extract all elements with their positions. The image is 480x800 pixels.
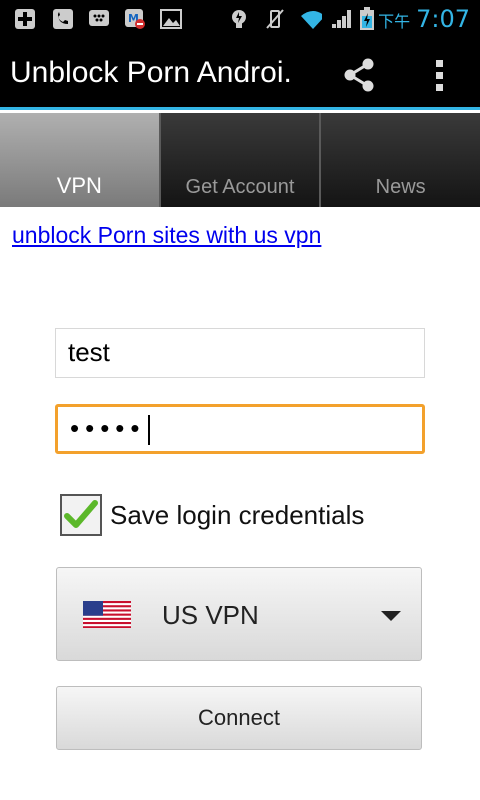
tab-label: News: [375, 176, 426, 198]
vibrate-off-icon: [264, 8, 286, 30]
wifi-icon: [300, 8, 322, 30]
server-spinner[interactable]: US VPN: [56, 567, 422, 661]
tab-vpn[interactable]: VPN: [0, 113, 161, 207]
share-icon: [344, 58, 374, 92]
tab-news[interactable]: News: [321, 113, 480, 207]
checkmark-icon: [64, 500, 98, 528]
text-cursor: [147, 415, 150, 446]
tab-get-account[interactable]: Get Account: [160, 113, 322, 207]
status-bar: M 下午 7:07: [0, 0, 480, 38]
server-label: US VPN: [162, 600, 259, 630]
signal-icon: [330, 8, 352, 30]
password-value: •••••: [70, 413, 146, 443]
save-credentials-label: Save login credentials: [110, 499, 365, 530]
share-button[interactable]: [336, 52, 382, 98]
save-credentials-checkbox[interactable]: [60, 494, 102, 536]
overflow-menu-icon: [436, 60, 443, 91]
plus-icon: [14, 8, 36, 30]
save-credentials-row[interactable]: Save login credentials: [60, 494, 364, 536]
time-value: 7:07: [416, 5, 470, 33]
tab-label: VPN: [56, 173, 102, 198]
app-title: Unblock Porn Androi.: [10, 56, 292, 89]
missed-call-icon: [52, 8, 74, 30]
promo-link[interactable]: unblock Porn sites with us vpn: [12, 222, 321, 249]
bbm-icon: [88, 8, 110, 30]
username-field[interactable]: test: [55, 328, 425, 378]
password-field[interactable]: •••••: [55, 404, 425, 454]
battery-charging-icon: [356, 7, 378, 30]
tab-label: Get Account: [185, 176, 295, 198]
app-blocked-icon: M: [124, 8, 146, 30]
dropdown-arrow-icon: [381, 611, 401, 621]
action-bar: Unblock Porn Androi.: [0, 38, 480, 110]
tab-bar: VPN Get Account News: [0, 113, 480, 207]
clock: 下午 7:07: [378, 4, 470, 37]
connect-button[interactable]: Connect: [56, 686, 422, 750]
username-value: test: [68, 337, 110, 367]
bulb-icon: [228, 8, 250, 30]
overflow-menu-button[interactable]: [420, 52, 460, 98]
image-icon: [160, 8, 182, 30]
time-period: 下午: [378, 12, 411, 31]
us-flag-icon: [83, 601, 131, 628]
